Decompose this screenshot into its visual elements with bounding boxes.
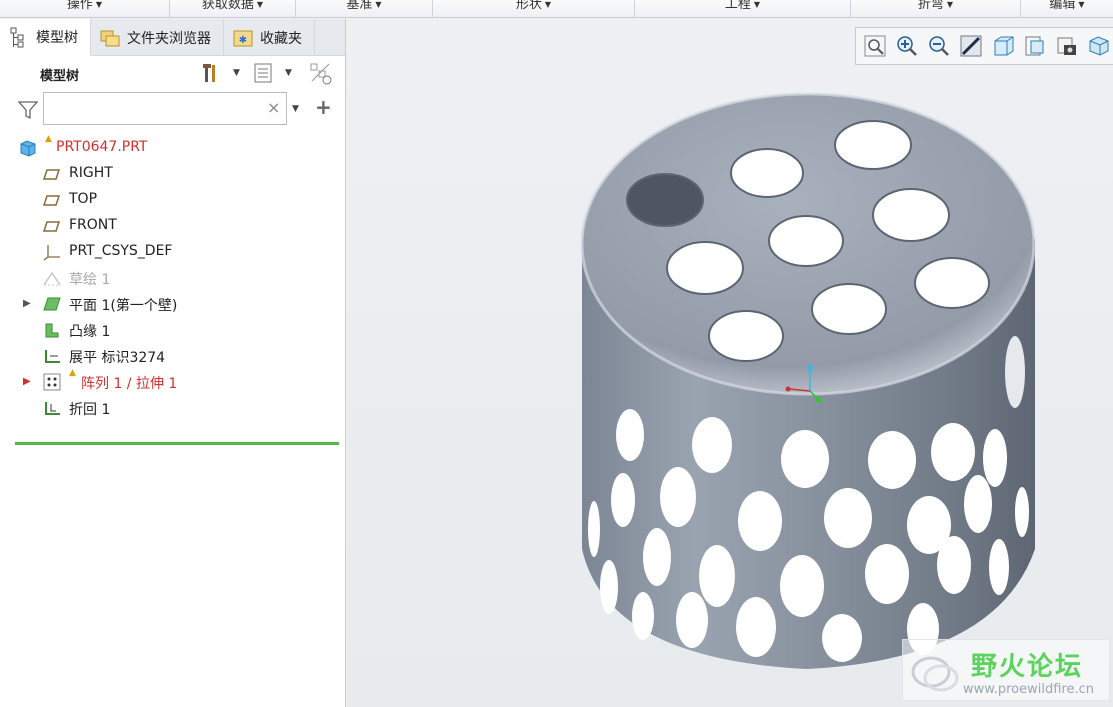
- tree-item-label: FRONT: [69, 217, 117, 233]
- watermark-logo-icon: [911, 656, 959, 692]
- chevron-down-icon: ▼: [375, 0, 382, 9]
- watermark-url: www.proewildfire.cn: [963, 682, 1094, 697]
- tree-item-unbend[interactable]: 展平 标识3274: [0, 343, 346, 369]
- clear-icon[interactable]: ×: [267, 98, 280, 117]
- app-window: 操作 ▼ 获取数据 ▼ 基准 ▼ 形状 ▼ 工程 ▼ 折弯 ▼ 编辑 ▼ 模型树 文件夹浏览器…: [0, 0, 1113, 707]
- filter-icon[interactable]: [18, 100, 38, 120]
- ribbon-group-shapes[interactable]: 形状 ▼: [433, 0, 635, 18]
- tree-item-flange[interactable]: 凸缘 1: [0, 317, 346, 343]
- tab-model-tree[interactable]: 模型树: [0, 19, 91, 56]
- tools-icon[interactable]: [198, 61, 222, 85]
- unbend-icon: [45, 350, 60, 363]
- tree-root-part[interactable]: ▲ PRT0647.PRT: [0, 134, 346, 161]
- chevron-down-icon[interactable]: ▼: [292, 104, 299, 114]
- chevron-down-icon[interactable]: ▼: [285, 68, 292, 78]
- chevron-down-icon: ▼: [1078, 0, 1085, 9]
- ribbon-group-datum[interactable]: 基准 ▼: [296, 0, 433, 18]
- expand-arrow-icon[interactable]: ▶: [23, 298, 31, 309]
- ribbon-group-label: 操作: [66, 0, 93, 12]
- bend-back-icon: [45, 402, 60, 415]
- chevron-down-icon: ▼: [544, 0, 552, 9]
- datum-plane-icon: [42, 195, 61, 206]
- tree-item-right[interactable]: RIGHT: [0, 161, 346, 187]
- datum-plane-icon: [42, 221, 61, 232]
- ribbon-group-operations[interactable]: 操作 ▼: [0, 0, 170, 18]
- ribbon-group-label: 获取数据: [201, 0, 254, 12]
- tree-item-label: 折回 1: [69, 402, 111, 418]
- graphics-window[interactable]: 野火论坛 www.proewildfire.cn: [347, 19, 1113, 707]
- ribbon-group-get-data[interactable]: 获取数据 ▼: [170, 0, 296, 18]
- navigator-panel: 模型树 文件夹浏览器 ✱ 收藏夹 模型树 ▼ ▼ × ▼ + ▲ PRT0647…: [0, 19, 346, 707]
- insert-here-marker[interactable]: [15, 442, 339, 445]
- ribbon-group-label: 形状: [515, 0, 542, 12]
- tree-item-label: TOP: [69, 191, 98, 207]
- watermark-title: 野火论坛: [971, 652, 1084, 682]
- tree-item-planar-wall[interactable]: ▶ 平面 1(第一个壁): [0, 291, 346, 317]
- sketch-icon: [43, 271, 61, 286]
- tab-favorites[interactable]: ✱ 收藏夹: [224, 19, 315, 56]
- chevron-down-icon: ▼: [946, 0, 954, 9]
- datum-plane-icon: [42, 169, 61, 180]
- tab-folder-browser[interactable]: 文件夹浏览器: [91, 19, 224, 56]
- show-hide-icon[interactable]: [308, 61, 332, 85]
- tab-label: 收藏夹: [260, 30, 302, 47]
- tree-item-pattern[interactable]: ▶ ▲ 阵列 1 / 拉伸 1: [0, 368, 346, 395]
- model-tree-header: 模型树 ▼ ▼: [0, 56, 345, 90]
- tree-item-label: PRT_CSYS_DEF: [69, 243, 173, 259]
- csys-icon: [43, 245, 60, 261]
- chevron-down-icon[interactable]: ▼: [233, 68, 240, 78]
- model-tree: ▲ PRT0647.PRT RIGHT TOP FRONT PRT_CSYS_D…: [0, 134, 346, 421]
- chevron-down-icon: ▼: [95, 0, 103, 9]
- ribbon-group-engineering[interactable]: 工程 ▼: [635, 0, 851, 18]
- model-tree-title: 模型树: [40, 69, 80, 84]
- ribbon-group-editing[interactable]: 编辑 ▼: [1021, 0, 1113, 18]
- ribbon-group-label: 基准: [346, 0, 373, 12]
- forum-watermark: 野火论坛 www.proewildfire.cn: [902, 639, 1110, 701]
- expand-arrow-icon[interactable]: ▶: [23, 376, 31, 387]
- filter-row: × ▼ +: [0, 92, 346, 126]
- tree-item-label: 阵列 1 / 拉伸 1: [81, 376, 178, 392]
- ribbon-group-bar: 操作 ▼ 获取数据 ▼ 基准 ▼ 形状 ▼ 工程 ▼ 折弯 ▼ 编辑 ▼: [0, 0, 1113, 18]
- pattern-icon: [43, 373, 61, 391]
- model-tree-icon: [10, 27, 24, 48]
- tree-item-top[interactable]: TOP: [0, 187, 346, 213]
- svg-text:✱: ✱: [239, 35, 247, 46]
- tree-item-sketch[interactable]: 草绘 1: [0, 265, 346, 291]
- ribbon-group-label: 折弯: [917, 0, 944, 12]
- tab-label: 模型树: [36, 30, 78, 46]
- planar-wall-icon: [43, 297, 61, 311]
- ribbon-group-bends[interactable]: 折弯 ▼: [851, 0, 1021, 18]
- model-viewport[interactable]: [347, 19, 1113, 707]
- ribbon-group-label: 编辑: [1049, 0, 1076, 12]
- tab-label: 文件夹浏览器: [127, 30, 211, 47]
- tree-item-label: 凸缘 1: [69, 324, 111, 340]
- perforated-cylinder-model[interactable]: [580, 92, 1036, 669]
- part-icon: [20, 140, 36, 157]
- tree-settings-icon[interactable]: [252, 61, 276, 85]
- favorites-icon: ✱: [233, 30, 253, 46]
- flange-icon: [45, 323, 59, 338]
- chevron-down-icon: ▼: [256, 0, 264, 9]
- chevron-down-icon: ▼: [753, 0, 761, 9]
- tree-item-label: 展平 标识3274: [69, 350, 166, 366]
- tree-item-label: 草绘 1: [69, 272, 111, 288]
- tree-item-csys[interactable]: PRT_CSYS_DEF: [0, 239, 346, 265]
- tree-item-label: RIGHT: [69, 165, 113, 181]
- tree-item-bend-back[interactable]: 折回 1: [0, 395, 346, 421]
- tree-item-label: 平面 1(第一个壁): [69, 298, 178, 314]
- tree-item-label: PRT0647.PRT: [56, 139, 148, 155]
- tree-search-input[interactable]: [43, 92, 287, 125]
- warning-icon: ▲: [45, 134, 52, 144]
- folder-browser-icon: [100, 30, 120, 46]
- navigator-tabs: 模型树 文件夹浏览器 ✱ 收藏夹: [0, 19, 345, 56]
- tree-item-front[interactable]: FRONT: [0, 213, 346, 239]
- add-filter-icon[interactable]: +: [315, 95, 332, 119]
- warning-icon: ▲: [69, 368, 76, 378]
- ribbon-group-label: 工程: [724, 0, 751, 12]
